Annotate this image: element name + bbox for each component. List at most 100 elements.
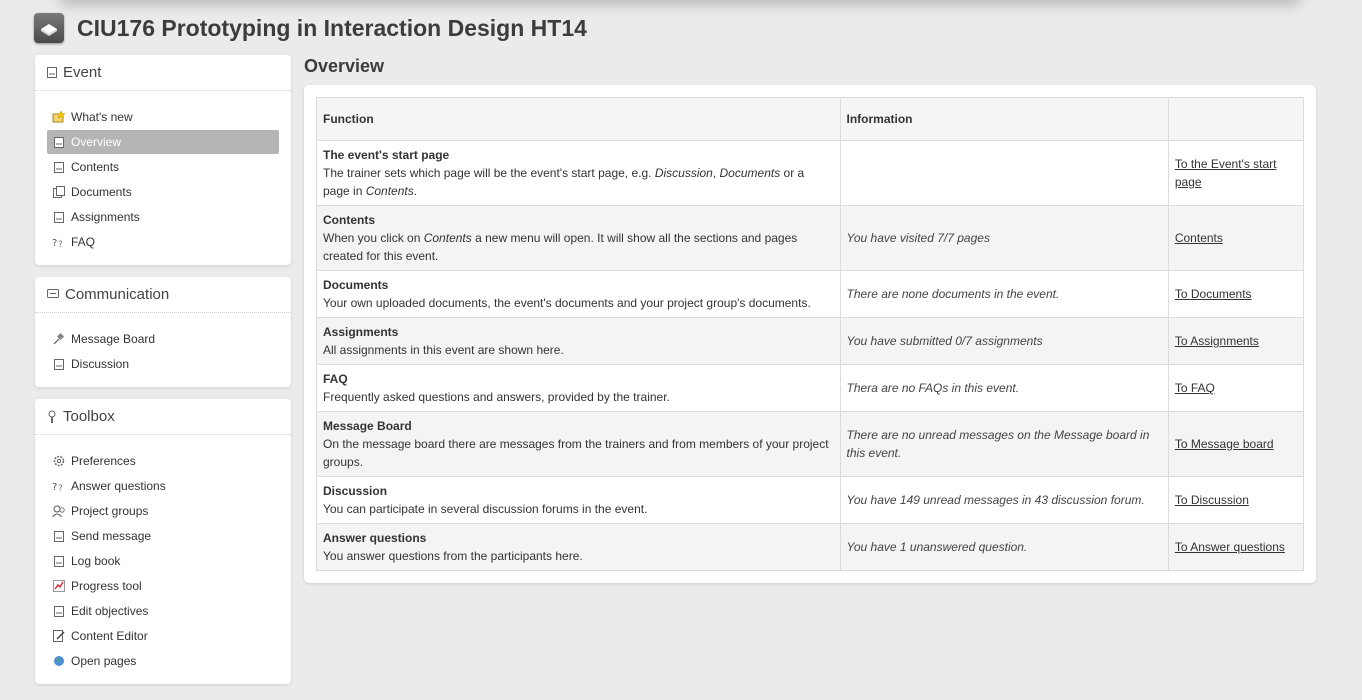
link-to-assignments[interactable]: To Assignments (1175, 334, 1259, 348)
page-icon (52, 211, 65, 224)
communication-nav: Message Board Discussion (35, 327, 291, 376)
event-box: Event What's new Overview Contents Document… (35, 55, 291, 265)
sidebar-item-preferences[interactable]: Preferences (47, 449, 279, 473)
link-to-answer-questions[interactable]: To Answer questions (1175, 540, 1285, 554)
page-icon (52, 136, 65, 149)
function-description: Your own uploaded documents, the event's… (323, 296, 811, 310)
faq-icon: ?? (52, 236, 65, 249)
link-cell: Contents (1167, 205, 1305, 271)
sidebar-item-label: Content Editor (71, 629, 148, 643)
function-name: Discussion (323, 484, 388, 498)
page-icon (52, 530, 65, 543)
link-contents[interactable]: Contents (1175, 231, 1223, 245)
page-header: CIU176 Prototyping in Interaction Design… (34, 12, 587, 44)
sidebar-item-project-groups[interactable]: Project groups (47, 499, 279, 523)
function-cell: FAQ Frequently asked questions and answer… (316, 364, 841, 412)
sidebar-item-label: Contents (71, 160, 120, 174)
sidebar-item-label: FAQ (71, 235, 96, 249)
function-cell: Discussion You can participate in several… (316, 476, 841, 524)
sidebar-item-label: Edit objectives (71, 604, 149, 618)
sidebar-item-content-editor[interactable]: Content Editor (47, 624, 279, 648)
sidebar-item-documents[interactable]: Documents (47, 180, 279, 204)
table-row: FAQ Frequently asked questions and answer… (316, 364, 1305, 412)
toolbox-nav: Preferences ?? Answer questions Project gro… (35, 449, 291, 673)
course-title: CIU176 Prototyping in Interaction Design… (77, 14, 587, 41)
information-cell: Thera are no FAQs in this event. (839, 364, 1169, 412)
table-row: Answer questions You answer questions fro… (316, 523, 1305, 571)
sidebar-item-send-message[interactable]: Send message (47, 524, 279, 548)
svg-text:?: ? (52, 238, 57, 248)
pin-icon (52, 333, 65, 346)
link-to-the-event-s-start-page[interactable]: To the Event's start page (1175, 157, 1277, 189)
function-description: All assignments in this event are shown … (323, 343, 564, 357)
link-cell: To FAQ (1167, 364, 1305, 412)
column-header-link (1167, 97, 1305, 141)
information-cell: There are none documents in the event. (839, 270, 1169, 318)
sidebar-item-discussion[interactable]: Discussion (47, 352, 279, 376)
page-icon (52, 555, 65, 568)
sidebar: Event What's new Overview Contents Document… (35, 55, 291, 696)
link-to-message-board[interactable]: To Message board (1175, 437, 1274, 451)
function-description: On the message board there are messages … (323, 437, 829, 469)
sidebar-item-overview[interactable]: Overview (47, 130, 279, 154)
star-note-icon (52, 111, 65, 124)
group-icon (52, 505, 65, 518)
sidebar-item-progress-tool[interactable]: Progress tool (47, 574, 279, 598)
sidebar-item-open-pages[interactable]: Open pages (47, 649, 279, 673)
function-description: Frequently asked questions and answers, … (323, 390, 670, 404)
table-row: Assignments All assignments in this event… (316, 317, 1305, 365)
overview-panel: Function Information The event's start p… (304, 85, 1316, 583)
link-cell: To the Event's start page (1167, 140, 1305, 206)
table-row: The event's start page The trainer sets w… (316, 140, 1305, 206)
event-box-title: Event (63, 64, 102, 81)
toolbox-box: Toolbox Preferences?? Answer questions Pro… (35, 399, 291, 684)
function-name: Documents (323, 278, 389, 292)
page-icon (52, 161, 65, 174)
information-cell: You have 149 unread messages in 43 discu… (839, 476, 1169, 524)
sidebar-item-assignments[interactable]: Assignments (47, 205, 279, 229)
course-logo-icon (34, 13, 64, 43)
link-cell: To Assignments (1167, 317, 1305, 365)
faq-icon: ?? (52, 480, 65, 493)
function-description: You can participate in several discussio… (323, 502, 648, 516)
information-cell (839, 140, 1169, 206)
toolbox-box-header: Toolbox (35, 399, 291, 435)
toolbox-box-title: Toolbox (63, 408, 115, 425)
sidebar-item-faq[interactable]: ?? FAQ (47, 230, 279, 254)
table-header-row: Function Information (316, 97, 1305, 141)
function-name: Assignments (323, 325, 399, 339)
chart-icon (52, 580, 65, 593)
sidebar-item-answer-questions[interactable]: ?? Answer questions (47, 474, 279, 498)
link-to-discussion[interactable]: To Discussion (1175, 493, 1249, 507)
sidebar-item-label: Message Board (71, 332, 156, 346)
table-row: Discussion You can participate in several… (316, 476, 1305, 524)
sidebar-item-edit-objectives[interactable]: Edit objectives (47, 599, 279, 623)
page-title: Overview (304, 56, 385, 76)
link-to-faq[interactable]: To FAQ (1175, 381, 1215, 395)
sidebar-item-label: Send message (71, 529, 152, 543)
event-nav: What's new Overview Contents Documents Assig… (35, 105, 291, 254)
table-row: Message Board On the message board there … (316, 411, 1305, 477)
sidebar-item-what-s-new[interactable]: What's new (47, 105, 279, 129)
page-icon (47, 67, 57, 78)
sidebar-item-contents[interactable]: Contents (47, 155, 279, 179)
column-header-function: Function (316, 97, 841, 141)
information-cell: You have visited 7/7 pages (839, 205, 1169, 271)
speech-bubble-icon (47, 289, 59, 300)
function-cell: Answer questions You answer questions fro… (316, 523, 841, 571)
communication-box-header: Communication (35, 277, 291, 313)
communication-box-title: Communication (65, 286, 170, 303)
function-name: Contents (323, 213, 375, 227)
sidebar-item-label: Preferences (71, 454, 136, 468)
sidebar-item-log-book[interactable]: Log book (47, 549, 279, 573)
function-cell: The event's start page The trainer sets w… (316, 140, 841, 206)
sidebar-item-label: Log book (71, 554, 121, 568)
link-cell: To Message board (1167, 411, 1305, 477)
link-cell: To Documents (1167, 270, 1305, 318)
function-name: The event's start page (323, 148, 450, 162)
wrench-icon (47, 410, 57, 424)
sidebar-item-message-board[interactable]: Message Board (47, 327, 279, 351)
link-to-documents[interactable]: To Documents (1175, 287, 1252, 301)
function-cell: Documents Your own uploaded documents, th… (316, 270, 841, 318)
function-description: You answer questions from the participan… (323, 549, 583, 563)
